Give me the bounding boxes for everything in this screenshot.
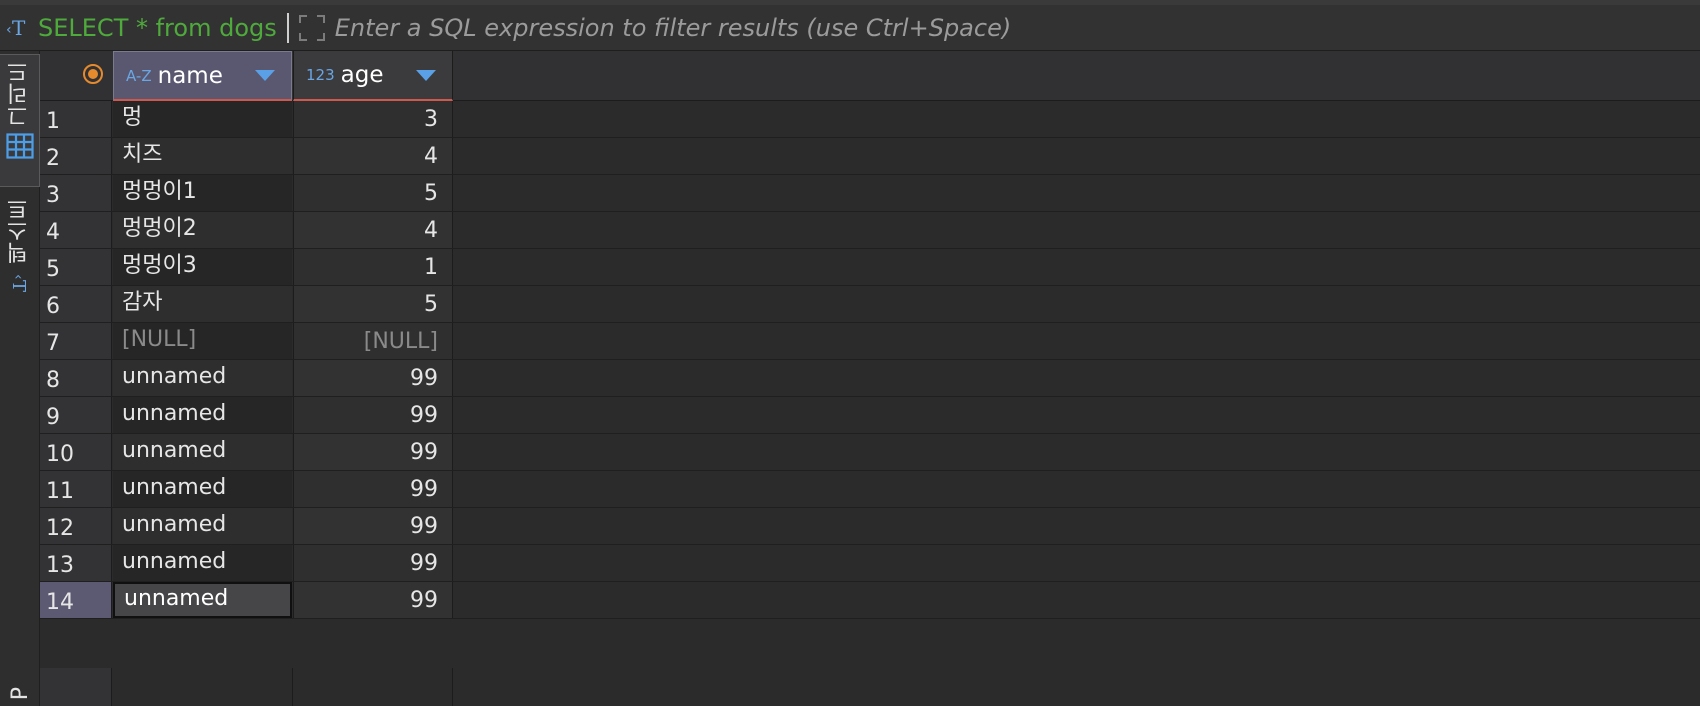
sort-dropdown-icon[interactable] — [255, 70, 275, 81]
filter-bar: ‹ T SELECT * from dogs — [0, 0, 1700, 51]
svg-text:T: T — [12, 16, 26, 40]
column-header-age[interactable]: 123 age — [293, 51, 453, 101]
text-type-icon: A-Z — [126, 66, 152, 85]
cell-age[interactable]: 99 — [293, 397, 453, 433]
tab-text[interactable]: 텍스트 ‹ T — [0, 192, 40, 362]
text-mode-icon: ‹ T — [8, 270, 31, 304]
sql-filter-icon[interactable]: ‹ T — [0, 13, 38, 43]
grid-icon — [5, 133, 34, 163]
cell-age[interactable]: 99 — [293, 508, 453, 544]
table-row[interactable]: 1멍3 — [40, 101, 1700, 138]
table-row[interactable]: 3 멍멍이1 5 — [40, 175, 1700, 212]
table-row[interactable]: 8 unnamed 99 — [40, 360, 1700, 397]
row-number[interactable]: 8 — [40, 360, 112, 396]
cell-name[interactable]: 치즈 — [113, 138, 292, 174]
cell-name[interactable]: 멍멍이1 — [113, 175, 292, 211]
cell-name[interactable]: unnamed — [113, 508, 292, 544]
cell-name[interactable]: 멍멍이2 — [113, 212, 292, 248]
table-row[interactable]: 11 unnamed 99 — [40, 471, 1700, 508]
row-number-header[interactable] — [40, 51, 112, 101]
table-row[interactable]: 14 unnamed 99 — [40, 582, 1700, 619]
row-number[interactable]: 12 — [40, 508, 112, 544]
row-number[interactable]: 2 — [40, 138, 112, 174]
sql-query-text[interactable]: SELECT * from dogs — [38, 12, 289, 43]
radio-target-icon — [82, 63, 104, 89]
cell-age[interactable]: 99 — [293, 360, 453, 396]
column-title: name — [157, 62, 223, 89]
row-number[interactable]: 11 — [40, 471, 112, 507]
cell-age[interactable]: 5 — [293, 175, 453, 211]
row-number[interactable]: 13 — [40, 545, 112, 581]
cell-name[interactable]: unnamed — [113, 397, 292, 433]
expand-icon[interactable] — [295, 13, 329, 43]
cell-age[interactable]: 4 — [293, 212, 453, 248]
table-row[interactable]: 9 unnamed 99 — [40, 397, 1700, 434]
table-row[interactable]: 7 [NULL] [NULL] — [40, 323, 1700, 360]
cell-age[interactable]: [NULL] — [293, 323, 453, 359]
cell-age[interactable]: 99 — [293, 434, 453, 470]
column-header-name[interactable]: A-Z name — [113, 51, 292, 101]
tab-extra[interactable]: P — [0, 681, 40, 706]
filter-input[interactable] — [328, 7, 1700, 48]
cell-name[interactable]: unnamed — [113, 545, 292, 581]
row-number[interactable]: 1 — [40, 101, 112, 137]
svg-text:T: T — [9, 280, 29, 292]
row-number[interactable]: 6 — [40, 286, 112, 322]
table-row[interactable]: 4 멍멍이2 4 — [40, 212, 1700, 249]
cell-age[interactable]: 99 — [293, 582, 453, 618]
tab-grid-label: 그리드 — [6, 61, 32, 127]
row-number[interactable]: 3 — [40, 175, 112, 211]
svg-text:‹: ‹ — [10, 274, 26, 280]
empty-row-number — [40, 668, 112, 706]
cell-name[interactable]: unnamed — [113, 434, 292, 470]
tab-text-label: 텍스트 — [7, 198, 32, 264]
cell-name[interactable]: 멍멍이3 — [113, 249, 292, 285]
svg-text:‹: ‹ — [6, 22, 12, 38]
table-row[interactable]: 2 치즈 4 — [40, 138, 1700, 175]
table-row[interactable]: 10 unnamed 99 — [40, 434, 1700, 471]
row-number[interactable]: 7 — [40, 323, 112, 359]
column-title: age — [340, 62, 384, 88]
cell-name[interactable]: 감자 — [113, 286, 292, 322]
cell-age[interactable]: 1 — [293, 249, 453, 285]
cell-age[interactable]: 4 — [293, 138, 453, 174]
tab-grid[interactable]: 그리드 — [0, 54, 40, 187]
number-type-icon: 123 — [306, 66, 335, 84]
column-header-row: A-Z name 123 age — [40, 51, 1700, 101]
column-divider — [292, 668, 293, 706]
cell-age[interactable]: 3 — [293, 101, 453, 137]
cell-name[interactable]: unnamed — [113, 360, 292, 396]
tab-extra-label: P — [7, 687, 33, 701]
cell-name[interactable]: [NULL] — [113, 323, 292, 359]
cell-name[interactable]: unnamed — [113, 582, 292, 618]
results-grid: A-Z name 123 age 1 멍 3 2 치즈 4 3 멍멍이1 5 4 멍멍이2 4 5 멍멍이… — [40, 51, 1700, 706]
cell-name[interactable]: unnamed — [113, 471, 292, 507]
table-row[interactable]: 5 멍멍이3 1 — [40, 249, 1700, 286]
row-number[interactable]: 9 — [40, 397, 112, 433]
cell-name[interactable]: 멍 — [113, 101, 292, 137]
table-row[interactable]: 13 unnamed 99 — [40, 545, 1700, 582]
sort-dropdown-icon[interactable] — [416, 69, 436, 81]
table-row[interactable]: 12 unnamed 99 — [40, 508, 1700, 545]
table-row[interactable]: 6 감자 5 — [40, 286, 1700, 323]
row-number[interactable]: 5 — [40, 249, 112, 285]
column-divider — [452, 668, 453, 706]
row-number[interactable]: 10 — [40, 434, 112, 470]
cell-age[interactable]: 5 — [293, 286, 453, 322]
cell-age[interactable]: 99 — [293, 545, 453, 581]
side-tabs: 그리드 텍스트 ‹ T P — [0, 51, 40, 706]
cell-age[interactable]: 99 — [293, 471, 453, 507]
row-number[interactable]: 14 — [40, 582, 112, 618]
row-number[interactable]: 4 — [40, 212, 112, 248]
